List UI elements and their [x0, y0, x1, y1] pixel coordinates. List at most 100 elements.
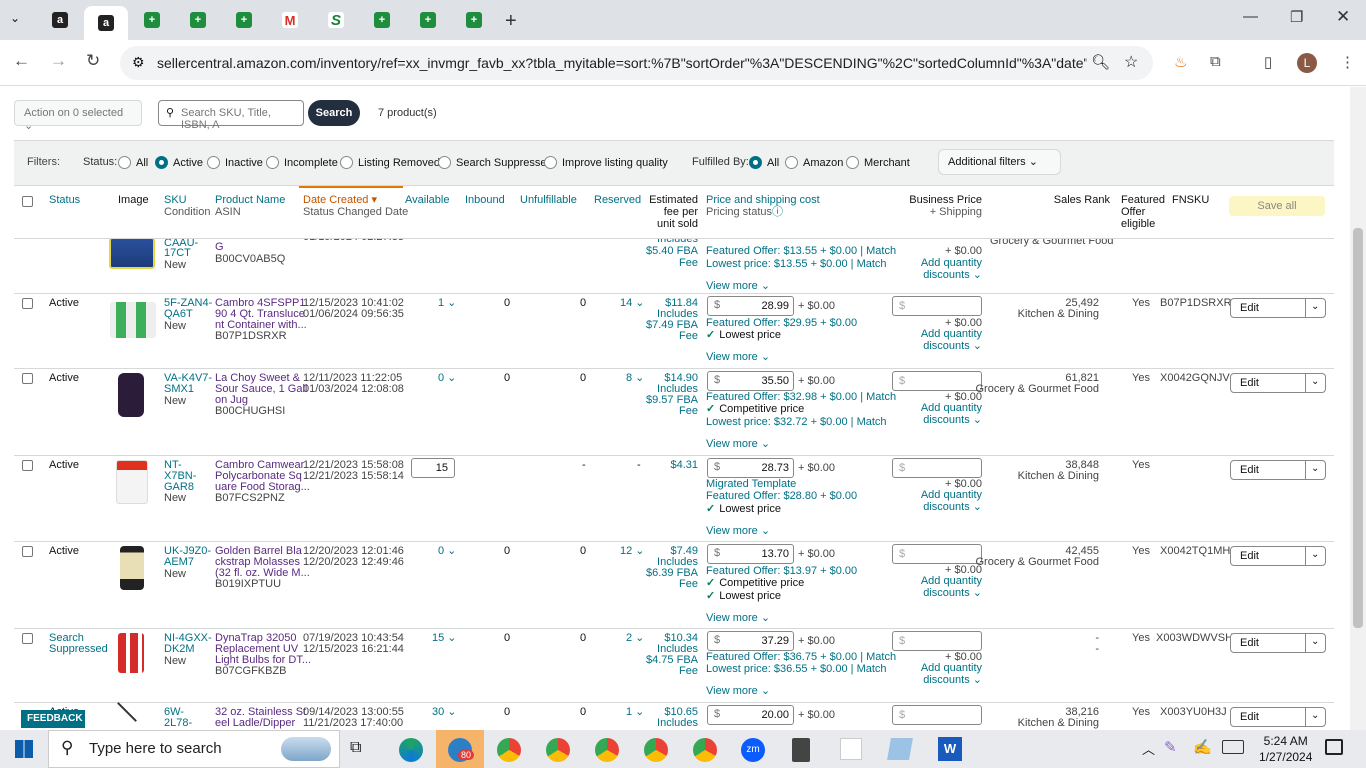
price-input[interactable]: 20.00 [707, 705, 794, 725]
info-icon[interactable]: ⓘ [772, 206, 783, 218]
tab-sheets[interactable]: + [225, 6, 263, 34]
match-link[interactable]: Match [866, 391, 896, 403]
price-input[interactable]: 13.70 [707, 544, 794, 564]
chrome-icon[interactable] [595, 738, 619, 762]
column-inbound[interactable]: Inbound [465, 194, 505, 206]
sku-link[interactable]: DK2M [164, 643, 195, 655]
row-checkbox[interactable] [22, 546, 33, 557]
match-link[interactable]: Match [857, 258, 887, 270]
site-info-icon[interactable]: ⚙ [132, 54, 145, 71]
tab-sheets[interactable]: + [133, 6, 171, 34]
discounts-link[interactable]: discounts ⌄ [894, 414, 982, 426]
view-more-link[interactable]: View more ⌄ [706, 525, 770, 537]
sku-link[interactable]: SMX1 [164, 383, 194, 395]
notes-app-icon[interactable] [887, 738, 913, 760]
match-link[interactable]: Match [857, 663, 887, 675]
fulfilled-amazon-radio[interactable]: Amazon [785, 156, 843, 169]
row-checkbox[interactable] [22, 633, 33, 644]
row-checkbox[interactable] [22, 298, 33, 309]
calculator-icon[interactable] [792, 738, 810, 762]
available-dropdown[interactable]: 30 ⌄ [432, 706, 457, 718]
product-image[interactable] [116, 460, 148, 504]
business-price-input[interactable]: $ [892, 458, 982, 478]
keyboard-icon[interactable] [1222, 740, 1244, 754]
chrome-icon[interactable] [693, 738, 717, 762]
chevron-down-icon[interactable]: ⌄ [1311, 710, 1319, 721]
discounts-link[interactable]: discounts ⌄ [894, 269, 982, 281]
tab-gmail[interactable]: M [271, 6, 309, 34]
business-price-input[interactable]: $ [892, 544, 982, 564]
discounts-link[interactable]: discounts ⌄ [894, 501, 982, 513]
additional-filters-button[interactable]: Additional filters ⌄ [938, 149, 1061, 175]
menu-dots-icon[interactable]: ⋮ [1340, 53, 1355, 71]
windows-start-icon[interactable] [15, 740, 33, 758]
weather-cloud-icon[interactable] [281, 737, 331, 761]
available-dropdown[interactable]: 15 ⌄ [432, 632, 457, 644]
discounts-link[interactable]: discounts ⌄ [894, 340, 982, 352]
price-input[interactable]: 28.99 [707, 296, 794, 316]
available-dropdown[interactable]: 0 ⌄ [438, 545, 456, 557]
status-incomplete-radio[interactable]: Incomplete [266, 156, 338, 169]
price-input[interactable]: 37.29 [707, 631, 794, 651]
business-price-input[interactable]: $ [892, 296, 982, 316]
tab-amazon[interactable]: a [41, 6, 79, 34]
row-checkbox[interactable] [22, 460, 33, 471]
status-all-radio[interactable]: All [118, 156, 148, 169]
chrome-icon[interactable] [644, 738, 668, 762]
select-all-checkbox[interactable] [22, 196, 33, 207]
close-icon[interactable]: ✕ [1336, 7, 1350, 27]
add-quantity-link[interactable]: Add quantity [894, 328, 982, 340]
pen-icon[interactable]: ✎ [1164, 738, 1177, 756]
edit-button[interactable]: Edit ⌄ [1230, 633, 1326, 653]
chevron-down-icon[interactable]: ⌄ [1311, 301, 1319, 312]
product-image[interactable] [109, 237, 155, 269]
available-dropdown[interactable]: 1 ⌄ [438, 297, 456, 309]
fulfilled-all-radio[interactable]: All [749, 156, 779, 169]
back-icon[interactable]: ← [13, 51, 30, 71]
fee-value[interactable]: $4.31 [634, 459, 698, 471]
view-more-link[interactable]: View more ⌄ [706, 612, 770, 624]
zoom-app-icon[interactable]: zm [741, 738, 765, 762]
save-all-button[interactable]: Save all [1229, 196, 1325, 216]
product-image[interactable] [117, 702, 137, 722]
profile-avatar[interactable]: L [1297, 53, 1317, 73]
product-image[interactable] [110, 302, 156, 338]
column-date-created[interactable]: Date Created ▾ Status Changed Date [303, 194, 408, 218]
tab-search-icon[interactable]: ⌄ [10, 11, 20, 25]
scrollbar-thumb[interactable] [1353, 228, 1363, 628]
column-status[interactable]: Status [49, 194, 80, 206]
edit-button[interactable]: Edit ⌄ [1230, 546, 1326, 566]
stylus-icon[interactable]: ✍ [1193, 738, 1212, 756]
chevron-down-icon[interactable]: ⌄ [1311, 549, 1319, 560]
sku-link[interactable]: 2L78- [164, 717, 192, 729]
extensions-puzzle-icon[interactable]: ⧉ [1210, 53, 1221, 70]
match-link[interactable]: Match [866, 245, 896, 257]
status-link[interactable]: Suppressed [49, 643, 108, 655]
bulk-action-select[interactable]: Action on 0 selected ⌄ [14, 100, 142, 132]
chevron-down-icon[interactable]: ⌄ [1311, 376, 1319, 387]
edit-button[interactable]: Edit ⌄ [1230, 707, 1326, 727]
task-view-icon[interactable]: ⧉ [350, 739, 361, 757]
tab-sheets[interactable]: + [455, 6, 493, 34]
minimize-icon[interactable]: — [1243, 8, 1258, 25]
tab-amazon-active[interactable]: a [84, 6, 128, 40]
view-more-link[interactable]: View more ⌄ [706, 438, 770, 450]
price-input[interactable]: 28.73 [707, 458, 794, 478]
column-product-name[interactable]: Product Name ASIN [215, 194, 285, 218]
view-more-link[interactable]: View more ⌄ [706, 685, 770, 697]
stock-chart-app-icon[interactable] [840, 738, 862, 760]
product-name-link[interactable]: G [215, 241, 224, 253]
add-quantity-link[interactable]: Add quantity [894, 257, 982, 269]
forward-icon[interactable]: → [50, 51, 67, 71]
tab-sheets[interactable]: + [179, 6, 217, 34]
status-improve-quality-radio[interactable]: Improve listing quality [544, 156, 668, 169]
taskbar-clock[interactable]: 5:24 AM 1/27/2024 [1259, 733, 1312, 765]
side-panel-icon[interactable]: ▯ [1264, 53, 1272, 71]
product-image[interactable] [118, 633, 144, 673]
column-sku[interactable]: SKU Condition [164, 194, 210, 218]
business-price-input[interactable]: $ [892, 705, 982, 725]
add-quantity-link[interactable]: Add quantity [894, 489, 982, 501]
restore-icon[interactable]: ❐ [1290, 8, 1303, 26]
new-tab-icon[interactable]: + [505, 10, 517, 33]
word-icon[interactable]: W [938, 737, 962, 761]
